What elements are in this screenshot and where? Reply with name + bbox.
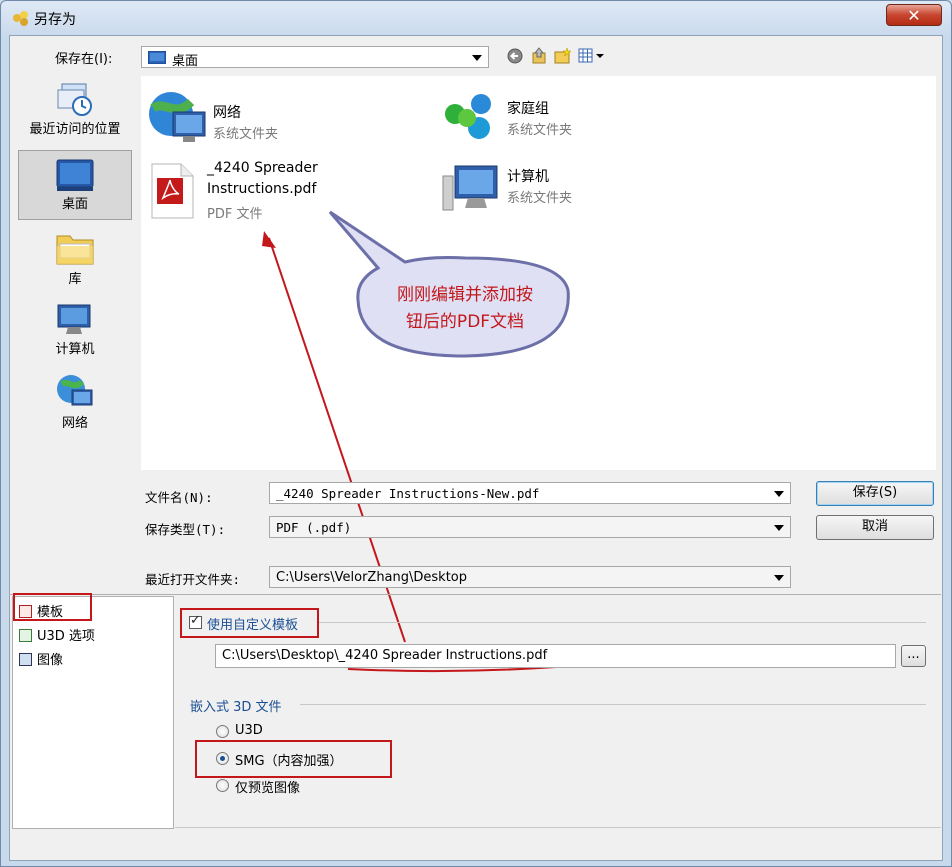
file-item-homegroup[interactable]: 家庭组 系统文件夹	[441, 88, 721, 148]
file-item-pdf[interactable]: _4240 Spreader Instructions.pdf PDF 文件	[147, 160, 427, 224]
callout-line1: 刚刚编辑并添加按	[397, 285, 533, 305]
filename-combo[interactable]: _4240 Spreader Instructions-New.pdf	[269, 482, 791, 504]
callout-line2: 钮后的PDF文档	[405, 312, 525, 332]
highlight-box-smg	[195, 740, 392, 778]
chevron-down-icon[interactable]	[774, 491, 784, 497]
browse-button[interactable]: ...	[901, 645, 926, 667]
divider	[175, 827, 941, 828]
nav-item-label: U3D 选项	[37, 629, 95, 644]
highlight-box-checkbox	[180, 608, 319, 638]
file-name-line1: _4240 Spreader	[207, 160, 318, 176]
group-divider	[300, 704, 926, 705]
desktop-icon	[56, 159, 94, 191]
group-divider	[318, 622, 926, 623]
file-type: PDF 文件	[207, 207, 263, 222]
close-button[interactable]: ✕	[886, 4, 942, 26]
back-icon[interactable]	[507, 48, 523, 64]
file-type: 系统文件夹	[213, 127, 279, 142]
place-library[interactable]: 库	[18, 228, 132, 292]
place-label: 网络	[61, 416, 88, 431]
recent-folder-value: C:\Users\VelorZhang\Desktop	[276, 570, 468, 585]
view-menu-icon[interactable]	[578, 48, 606, 64]
image-icon	[19, 653, 32, 666]
up-folder-icon[interactable]	[531, 47, 548, 65]
radio-u3d[interactable]	[216, 725, 229, 738]
file-list[interactable]: 网络 系统文件夹 家庭组 系统文件夹 _4240 Spreader Instru…	[141, 76, 936, 470]
filename-label: 文件名(N):	[145, 490, 213, 505]
filename-input[interactable]: _4240 Spreader Instructions-New.pdf	[276, 486, 539, 501]
u3d-icon	[19, 629, 32, 642]
nav-item-u3d[interactable]: U3D 选项	[19, 625, 95, 644]
chevron-down-icon[interactable]	[774, 575, 784, 581]
place-desktop[interactable]: 桌面	[18, 150, 132, 220]
network-icon	[57, 375, 93, 406]
computer-icon	[442, 165, 498, 211]
save-button[interactable]: 保存(S)	[816, 481, 934, 506]
highlight-box-template	[13, 593, 92, 621]
save-in-label: 保存在(I):	[55, 52, 113, 67]
divider	[9, 594, 941, 595]
radio-preview-only[interactable]	[216, 779, 229, 792]
embedded-3d-heading: 嵌入式 3D 文件	[190, 700, 282, 715]
filetype-label: 保存类型(T):	[145, 522, 226, 537]
file-type: 系统文件夹	[507, 123, 573, 138]
place-computer[interactable]: 计算机	[18, 302, 132, 364]
desktop-icon	[148, 51, 166, 64]
recent-folder-combo[interactable]: C:\Users\VelorZhang\Desktop	[269, 566, 791, 588]
file-item-computer[interactable]: 计算机 系统文件夹	[441, 160, 721, 220]
network-icon	[149, 92, 206, 142]
window-title: 另存为	[34, 12, 76, 28]
place-label: 最近访问的位置	[29, 122, 121, 137]
place-label: 计算机	[55, 342, 95, 357]
file-item-network[interactable]: 网络 系统文件夹	[147, 88, 427, 148]
template-path-input[interactable]: C:\Users\Desktop\_4240 Spreader Instruct…	[215, 644, 896, 668]
options-nav-pane: 模板 U3D 选项 图像	[12, 596, 174, 829]
app-icon	[13, 11, 28, 26]
filetype-value: PDF (.pdf)	[276, 520, 352, 535]
template-path-value[interactable]: C:\Users\Desktop\_4240 Spreader Instruct…	[222, 648, 547, 663]
place-label: 桌面	[61, 197, 88, 212]
file-type: 系统文件夹	[507, 191, 573, 206]
computer-icon	[57, 304, 91, 334]
chevron-down-icon[interactable]	[774, 525, 784, 531]
save-in-value: 桌面	[172, 54, 199, 69]
place-network[interactable]: 网络	[18, 372, 132, 434]
file-name: 网络	[213, 105, 241, 121]
places-bar: 最近访问的位置 桌面 库 计算机 网络	[14, 76, 135, 556]
radio-preview-label[interactable]: 仅预览图像	[235, 777, 300, 796]
library-icon	[56, 235, 94, 265]
pdf-file-icon	[151, 163, 194, 219]
nav-item-label: 图像	[37, 653, 64, 668]
file-name-line2: Instructions.pdf	[207, 181, 317, 197]
file-name: 家庭组	[507, 101, 549, 117]
cancel-button[interactable]: 取消	[816, 515, 934, 540]
chevron-down-icon[interactable]	[472, 55, 482, 61]
save-in-combo[interactable]: 桌面	[141, 46, 489, 69]
recent-folder-label: 最近打开文件夹:	[145, 572, 241, 587]
recent-places-icon	[57, 83, 92, 116]
file-name: 计算机	[507, 169, 549, 185]
place-label: 库	[68, 272, 82, 287]
radio-u3d-label[interactable]: U3D	[235, 723, 263, 738]
callout-text: 刚刚编辑并添加按 钮后的PDF文档	[360, 282, 570, 336]
filetype-combo[interactable]: PDF (.pdf)	[269, 516, 791, 538]
nav-item-image[interactable]: 图像	[19, 649, 63, 668]
homegroup-icon	[445, 94, 491, 139]
place-recent[interactable]: 最近访问的位置	[18, 80, 132, 148]
new-folder-icon[interactable]	[554, 47, 572, 65]
